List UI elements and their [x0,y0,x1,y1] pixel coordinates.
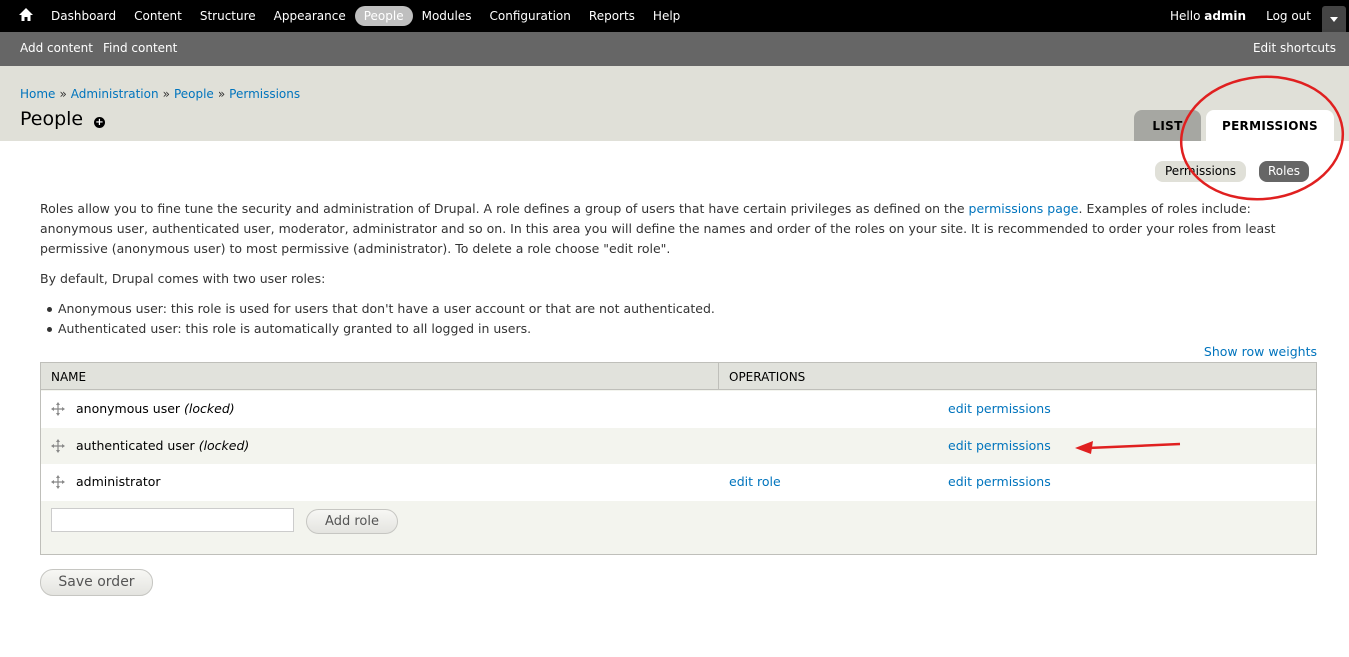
table-row: anonymous user (locked) edit permissions [41,391,1316,428]
toolbar-menu-structure[interactable]: Structure [191,6,265,26]
edit-role-link[interactable]: edit role [729,474,781,489]
role-name-text: anonymous user [76,401,181,416]
breadcrumb-separator: » [162,87,170,101]
breadcrumb-separator: » [59,87,67,101]
breadcrumb-home[interactable]: Home [20,87,55,101]
toolbar-menu-appearance[interactable]: Appearance [265,6,355,26]
role-name-text: administrator [76,474,161,489]
toolbar-menu-dashboard[interactable]: Dashboard [42,6,125,26]
toolbar-menu-reports[interactable]: Reports [580,6,644,26]
shortcuts-bar: Add content Find content Edit shortcuts [0,32,1349,66]
tab-permissions[interactable]: PERMISSIONS [1206,110,1334,141]
breadcrumb-permissions[interactable]: Permissions [229,87,300,101]
edit-permissions-link[interactable]: edit permissions [948,474,1051,489]
home-icon[interactable] [18,7,34,23]
subtab-roles[interactable]: Roles [1259,161,1309,182]
roles-description-text: Roles allow you to fine tune the securit… [40,201,969,216]
shortcuts-drawer-toggle[interactable] [1322,6,1346,32]
toolbar-menu-people[interactable]: People [354,6,413,26]
show-row-weights-link[interactable]: Show row weights [1204,344,1317,359]
default-roles-heading: By default, Drupal comes with two user r… [40,271,326,286]
breadcrumb: Home» Administration» People» Permissions [20,87,300,101]
logout-link[interactable]: Log out [1266,9,1311,23]
column-divider [718,363,719,390]
drag-handle-icon[interactable] [51,475,65,489]
edit-shortcuts-link[interactable]: Edit shortcuts [1253,41,1336,55]
new-role-name-input[interactable] [51,508,294,532]
role-name: anonymous user (locked) [76,401,235,416]
drag-handle-icon[interactable] [51,402,65,416]
role-name: administrator [76,474,161,489]
table-header: NAME OPERATIONS [41,363,1316,390]
role-name-text: authenticated user [76,438,195,453]
shortcut-add-content[interactable]: Add content [20,41,93,55]
page-title: People [20,108,84,130]
tab-list[interactable]: LIST [1134,110,1201,141]
role-locked-note: (locked) [184,401,235,416]
user-greeting: Hello admin [1170,9,1246,23]
drag-handle-icon[interactable] [51,439,65,453]
add-role-button[interactable]: Add role [306,509,398,534]
breadcrumb-separator: » [217,87,226,101]
subtab-permissions[interactable]: Permissions [1155,161,1246,182]
user-name[interactable]: admin [1204,9,1246,23]
shortcut-find-content[interactable]: Find content [103,41,177,55]
chevron-down-icon [1330,17,1338,22]
list-item: Authenticated user: this role is automat… [40,319,715,339]
role-name: authenticated user (locked) [76,438,249,453]
permissions-page-link[interactable]: permissions page [969,201,1079,216]
toolbar-menu-help[interactable]: Help [644,6,689,26]
greeting-prefix: Hello [1170,9,1205,23]
toolbar-menu-modules[interactable]: Modules [413,6,481,26]
table-row: administrator edit role edit permissions [41,464,1316,501]
table-row: authenticated user (locked) edit permiss… [41,428,1316,465]
toolbar-menu-configuration[interactable]: Configuration [481,6,580,26]
roles-description: Roles allow you to fine tune the securit… [40,199,1315,259]
column-header-name: NAME [51,370,87,384]
save-order-button[interactable]: Save order [40,569,153,596]
default-roles-list: Anonymous user: this role is used for us… [40,299,715,339]
page-header: Home» Administration» People» Permissions P… [0,66,1349,141]
edit-permissions-link[interactable]: edit permissions [948,401,1051,416]
add-shortcut-icon[interactable]: + [94,117,105,128]
breadcrumb-administration[interactable]: Administration [71,87,159,101]
breadcrumb-people[interactable]: People [174,87,214,101]
column-header-operations: OPERATIONS [729,370,806,384]
toolbar-menu-content[interactable]: Content [125,6,191,26]
edit-permissions-link[interactable]: edit permissions [948,438,1051,453]
list-item: Anonymous user: this role is used for us… [40,299,715,319]
role-locked-note: (locked) [198,438,250,453]
toolbar-menu: Dashboard Content Structure Appearance P… [42,0,689,32]
roles-table: NAME OPERATIONS anonymous user (locked) … [40,362,1317,555]
admin-toolbar: Dashboard Content Structure Appearance P… [0,0,1349,32]
